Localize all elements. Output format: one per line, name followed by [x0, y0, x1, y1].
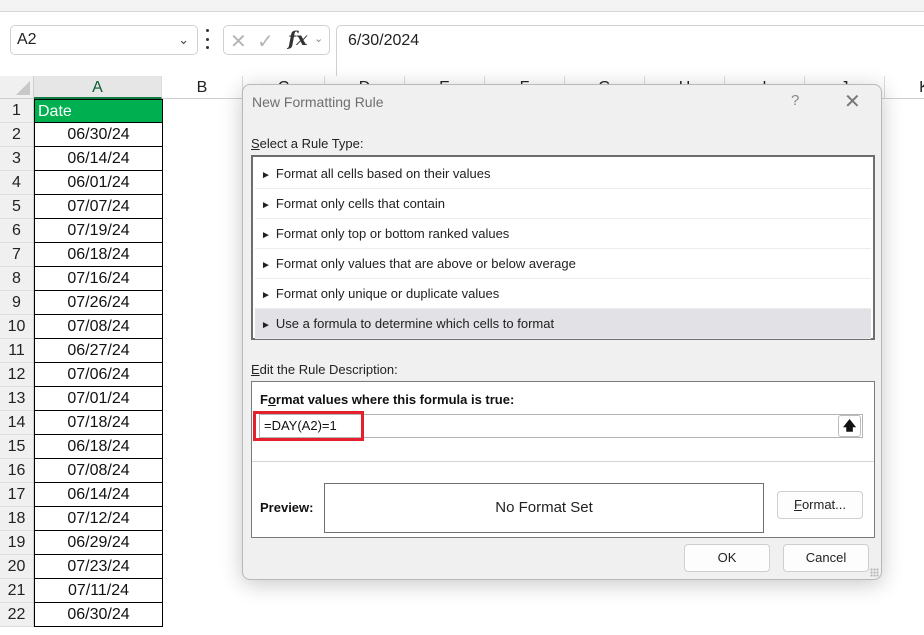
formula-buttons: ✕ ✓ fx ⌄ — [223, 25, 330, 55]
row-header[interactable]: 1 — [0, 99, 34, 123]
date-cell[interactable]: 07/01/24 — [34, 387, 163, 411]
collapse-dialog-button[interactable]: 🡅 — [838, 415, 861, 437]
date-cell[interactable]: 06/14/24 — [34, 483, 163, 507]
date-cell[interactable]: 06/18/24 — [34, 243, 163, 267]
row-header[interactable]: 14 — [0, 411, 34, 435]
rule-type-label: Format only unique or duplicate values — [275, 286, 500, 301]
preview-label: Preview: — [260, 500, 314, 515]
column-header-b[interactable]: B — [162, 76, 243, 99]
rule-type-list[interactable]: ► Format all cells based on their values ►… — [251, 155, 875, 340]
formula-bar-value: 6/30/2024 — [348, 32, 420, 49]
row-header[interactable]: 6 — [0, 219, 34, 243]
rule-type-item[interactable]: ► Format only top or bottom ranked values — [255, 219, 871, 249]
more-options-icon[interactable] — [204, 29, 210, 49]
rule-type-item[interactable]: ► Use a formula to determine which cells … — [255, 309, 871, 339]
edit-rule-description-label: Edit the Rule Description: — [251, 362, 398, 377]
bullet-arrow-icon: ► — [261, 230, 271, 241]
row-header[interactable]: 2 — [0, 123, 34, 147]
bullet-arrow-icon: ► — [261, 290, 271, 301]
row-header[interactable]: 15 — [0, 435, 34, 459]
date-cell[interactable]: 07/06/24 — [34, 363, 163, 387]
row-header[interactable]: 20 — [0, 555, 34, 579]
new-formatting-rule-dialog: New Formatting Rule ? ✕ Select a Rule Ty… — [242, 84, 882, 580]
rule-type-label: Format only cells that contain — [275, 196, 445, 211]
formula-bar-input[interactable]: 6/30/2024 — [336, 25, 924, 79]
cancel-icon[interactable]: ✕ — [230, 29, 247, 54]
header-cell-date[interactable]: Date — [34, 99, 163, 123]
date-cell[interactable]: 07/19/24 — [34, 219, 163, 243]
rule-type-item[interactable]: ► Format only unique or duplicate values — [255, 279, 871, 309]
select-rule-type-label: Select a Rule Type: — [251, 136, 364, 151]
select-all-button[interactable] — [0, 76, 34, 99]
date-cell[interactable]: 07/18/24 — [34, 411, 163, 435]
row-header[interactable]: 19 — [0, 531, 34, 555]
help-icon[interactable]: ? — [791, 92, 799, 109]
row-header[interactable]: 7 — [0, 243, 34, 267]
chevron-down-icon[interactable]: ⌄ — [178, 32, 189, 48]
highlight-annotation — [253, 411, 364, 441]
collapse-arrow-icon: 🡅 — [842, 418, 857, 433]
date-cell[interactable]: 06/30/24 — [34, 603, 163, 627]
rule-type-label: Format only top or bottom ranked values — [275, 226, 510, 241]
row-header[interactable]: 3 — [0, 147, 34, 171]
formula-heading: Format values where this formula is true… — [260, 392, 515, 407]
resize-grip[interactable] — [870, 568, 879, 577]
bullet-arrow-icon: ► — [261, 320, 271, 331]
date-cell[interactable]: 07/08/24 — [34, 315, 163, 339]
row-header[interactable]: 18 — [0, 507, 34, 531]
rule-type-item[interactable]: ► Format all cells based on their values — [255, 159, 871, 189]
row-header[interactable]: 11 — [0, 339, 34, 363]
name-box[interactable]: A2 ⌄ — [10, 25, 198, 55]
ribbon-edge — [0, 0, 924, 12]
row-header[interactable]: 12 — [0, 363, 34, 387]
date-cell[interactable]: 07/12/24 — [34, 507, 163, 531]
date-cell[interactable]: 06/01/24 — [34, 171, 163, 195]
row-header[interactable]: 8 — [0, 267, 34, 291]
date-cell[interactable]: 06/14/24 — [34, 147, 163, 171]
column-header-k[interactable]: K — [885, 76, 924, 99]
row-header[interactable]: 21 — [0, 579, 34, 603]
column-header-a[interactable]: A — [34, 76, 162, 99]
date-cell[interactable]: 07/08/24 — [34, 459, 163, 483]
row-header[interactable]: 10 — [0, 315, 34, 339]
bullet-arrow-icon: ► — [261, 260, 271, 271]
preview-text: No Format Set — [495, 499, 593, 516]
date-cell[interactable]: 07/23/24 — [34, 555, 163, 579]
date-cell[interactable]: 07/16/24 — [34, 267, 163, 291]
preview-box: No Format Set — [324, 483, 764, 533]
row-header[interactable]: 13 — [0, 387, 34, 411]
chevron-down-icon[interactable]: ⌄ — [314, 32, 323, 45]
row-header[interactable]: 4 — [0, 171, 34, 195]
cancel-button[interactable]: Cancel — [783, 544, 869, 572]
ok-button[interactable]: OK — [684, 544, 770, 572]
enter-icon[interactable]: ✓ — [257, 29, 274, 54]
function-icon[interactable]: fx — [288, 28, 308, 50]
bullet-arrow-icon: ► — [261, 170, 271, 181]
date-cell[interactable]: 07/11/24 — [34, 579, 163, 603]
rule-type-item[interactable]: ► Format only values that are above or be… — [255, 249, 871, 279]
row-header[interactable]: 22 — [0, 603, 34, 627]
rule-type-label: Use a formula to determine which cells t… — [275, 316, 555, 331]
date-cell[interactable]: 06/29/24 — [34, 531, 163, 555]
rule-type-label: Format only values that are above or bel… — [275, 256, 576, 271]
divider — [252, 461, 874, 462]
rule-description-panel: Format values where this formula is true… — [251, 381, 875, 538]
date-cell[interactable]: 07/07/24 — [34, 195, 163, 219]
rule-type-item[interactable]: ► Format only cells that contain — [255, 189, 871, 219]
row-header[interactable]: 9 — [0, 291, 34, 315]
row-header[interactable]: 16 — [0, 459, 34, 483]
date-cell[interactable]: 06/30/24 — [34, 123, 163, 147]
rule-type-label: Format all cells based on their values — [275, 166, 491, 181]
row-header[interactable]: 5 — [0, 195, 34, 219]
name-box-value: A2 — [17, 31, 37, 48]
close-icon[interactable]: ✕ — [844, 89, 861, 114]
date-cell[interactable]: 07/26/24 — [34, 291, 163, 315]
row-header[interactable]: 17 — [0, 483, 34, 507]
dialog-title: New Formatting Rule — [252, 94, 384, 110]
date-cell[interactable]: 06/18/24 — [34, 435, 163, 459]
bullet-arrow-icon: ► — [261, 200, 271, 211]
format-button[interactable]: Format... — [777, 491, 863, 519]
date-cell[interactable]: 06/27/24 — [34, 339, 163, 363]
formula-area: A2 ⌄ ✕ ✓ fx ⌄ 6/30/2024 — [0, 12, 924, 79]
